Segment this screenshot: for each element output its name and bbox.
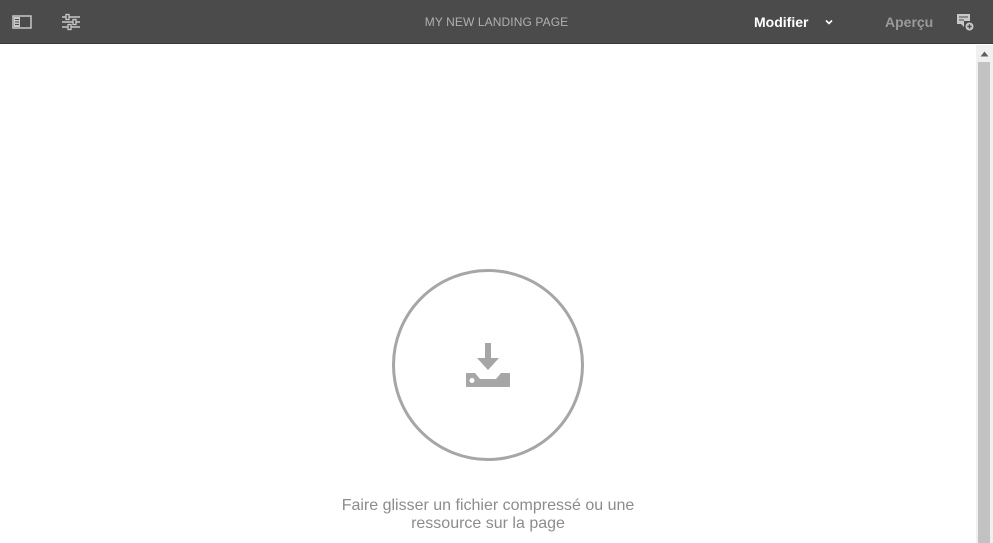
dropzone-instructions-line-2: ressource sur la page	[411, 515, 565, 532]
top-toolbar: MY NEW LANDING PAGE Modifier Aperçu	[0, 0, 993, 44]
scrollbar-thumb[interactable]	[978, 62, 990, 543]
chevron-down-icon	[825, 19, 834, 25]
dropzone-instructions-line-1: Faire glisser un fichier compressé ou un…	[341, 497, 635, 514]
preview-button[interactable]: Aperçu	[885, 14, 933, 30]
mode-dropdown[interactable]: Modifier	[754, 12, 834, 32]
mode-dropdown-label: Modifier	[754, 14, 809, 30]
dropzone-instructions: Faire glisser un fichier compressé ou un…	[288, 497, 688, 533]
vertical-scrollbar[interactable]	[976, 45, 993, 543]
page-canvas[interactable]: Faire glisser un fichier compressé ou un…	[0, 45, 976, 543]
page-title: MY NEW LANDING PAGE	[424, 15, 569, 29]
asset-dropzone[interactable]	[392, 269, 584, 461]
scroll-up-arrow-icon[interactable]	[976, 45, 993, 62]
download-tray-icon	[466, 343, 510, 387]
annotation-icon[interactable]	[954, 11, 976, 33]
